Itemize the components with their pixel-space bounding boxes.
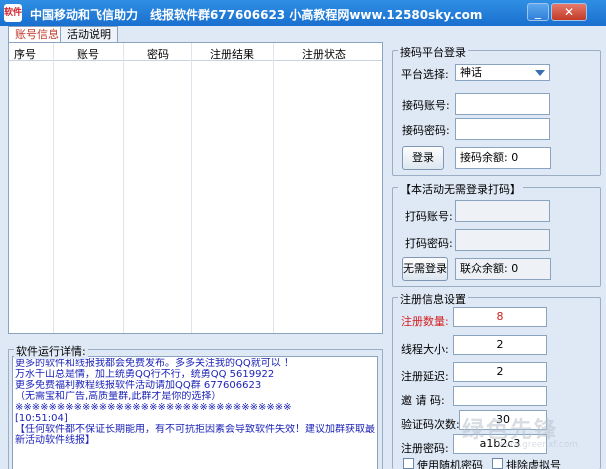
column-header-result[interactable]: 注册结果 xyxy=(210,46,254,62)
captcha-account-label: 接码账号: xyxy=(402,99,450,112)
tab-account-info[interactable]: 账号信息 xyxy=(8,26,66,42)
delay-input[interactable]: 2 xyxy=(453,362,547,382)
log-line: ※※※※※※※※※※※※※※※※※※※※※※※※※※※※※※※※※ xyxy=(15,402,292,413)
window-title: 中国移动和飞信助力 线报软件群677606623 小高教程网www.12580s… xyxy=(30,8,483,22)
chevron-down-icon xyxy=(535,70,545,76)
coder-password-label: 打码密码: xyxy=(405,237,453,250)
column-header-status[interactable]: 注册状态 xyxy=(302,46,346,62)
platform-select[interactable]: 神话 xyxy=(455,64,550,81)
log-line: （无需宝和广告,高质量群,此群才是你的选择） xyxy=(15,391,222,402)
column-divider xyxy=(123,43,124,333)
delay-label: 注册延迟: xyxy=(401,370,449,383)
coder-account-label: 打码账号: xyxy=(405,210,453,223)
table-header: 序号 账号 密码 注册结果 注册状态 xyxy=(9,43,382,61)
log-line: 更多免费福利教程线报软件活动请加QQ群 677606623 xyxy=(15,380,262,391)
app-logo-icon: 软件 xyxy=(4,4,22,22)
column-divider xyxy=(273,43,274,333)
log-line: [10:51:04] xyxy=(15,413,68,424)
coder-account-input[interactable] xyxy=(455,200,550,222)
column-divider xyxy=(53,43,54,333)
log-line: 更多的软件和线报我都会免费发布。多多关注我的QQ就可以 ！ xyxy=(15,358,294,369)
site-watermark: 绿色先锋 www.greenxf.com xyxy=(462,412,600,464)
column-divider xyxy=(191,43,192,333)
threads-input[interactable]: 2 xyxy=(453,335,547,355)
column-header-password[interactable]: 密码 xyxy=(147,46,169,62)
no-login-button[interactable]: 无需登录 xyxy=(402,257,448,281)
close-button[interactable]: ✕ xyxy=(551,3,587,21)
register-count-label: 注册数量: xyxy=(401,315,449,328)
captcha-password-label: 接码密码: xyxy=(402,124,450,137)
threads-label: 线程大小: xyxy=(401,343,449,356)
platform-select-value: 神话 xyxy=(460,66,482,79)
title-bar: 软件 中国移动和飞信助力 线报软件群677606623 小高教程网www.125… xyxy=(0,0,606,26)
column-header-index[interactable]: 序号 xyxy=(14,46,36,62)
register-password-label: 注册密码: xyxy=(401,442,449,455)
column-header-account[interactable]: 账号 xyxy=(77,46,99,62)
random-password-checkbox[interactable] xyxy=(403,458,414,469)
log-output[interactable]: 更多的软件和线报我都会免费发布。多多关注我的QQ就可以 ！ 万水千山总是情，加上… xyxy=(12,356,378,469)
captcha-account-input[interactable] xyxy=(455,93,550,115)
coder-password-input[interactable] xyxy=(455,229,550,251)
minimize-button[interactable]: _ xyxy=(527,3,549,21)
login-button[interactable]: 登录 xyxy=(402,146,444,170)
lianzhong-balance: 联众余额: 0 xyxy=(455,258,551,280)
log-line: 【任何软件都不保证长期能用，有不可抗拒因素会导致软件失效！建议加群获取最新活动软… xyxy=(15,424,375,446)
log-line: 万水千山总是情，加上统勇QQ行不行，统勇QQ 5619922 xyxy=(15,369,275,380)
watermark-url: www.greenxf.com xyxy=(498,440,579,450)
invite-code-label: 邀 请 码: xyxy=(401,394,445,407)
captcha-free-title: 【本活动无需登录打码】 xyxy=(398,181,523,197)
verify-attempts-label: 验证码次数: xyxy=(401,418,460,431)
register-settings-title: 注册信息设置 xyxy=(398,291,468,307)
invite-code-input[interactable] xyxy=(453,386,547,406)
register-count-input[interactable]: 8 xyxy=(453,307,547,327)
captcha-balance: 接码余额: 0 xyxy=(455,147,551,169)
captcha-platform-title: 接码平台登录 xyxy=(398,44,468,60)
account-table[interactable]: 序号 账号 密码 注册结果 注册状态 xyxy=(8,42,383,334)
captcha-password-input[interactable] xyxy=(455,118,550,140)
platform-select-label: 平台选择: xyxy=(401,68,449,81)
log-group-title: 软件运行详情: xyxy=(14,343,88,359)
tab-activity-info[interactable]: 活动说明 xyxy=(60,26,118,42)
